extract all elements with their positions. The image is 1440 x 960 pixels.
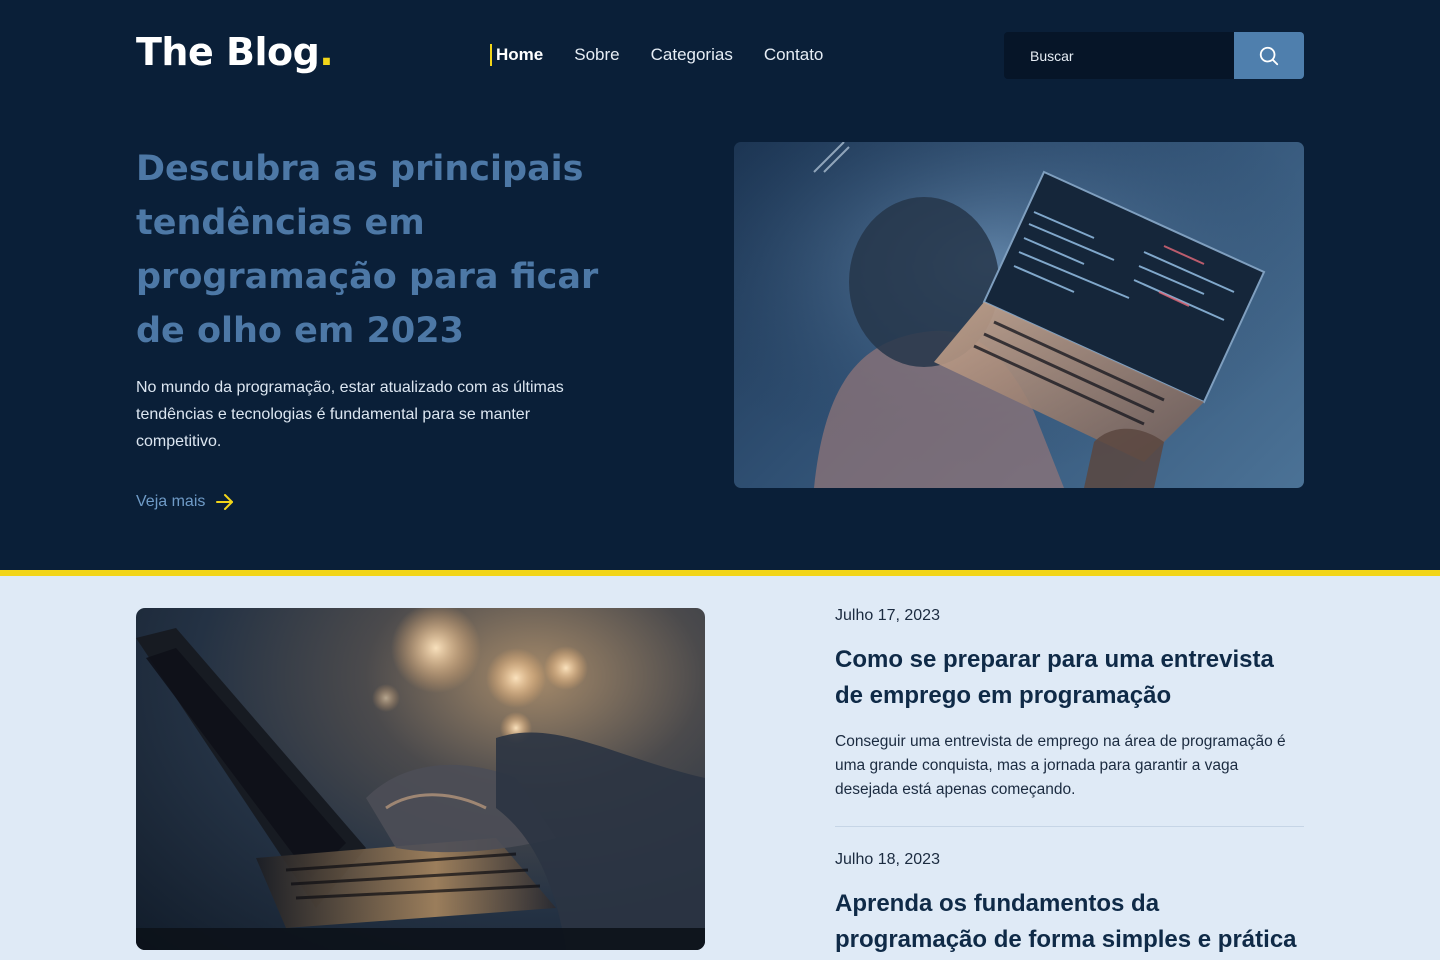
post-title[interactable]: Como se preparar para uma entrevista de …: [835, 642, 1304, 714]
hero-section: The Blog. Home Sobre Categorias Contato …: [0, 0, 1440, 570]
main-nav: Home Sobre Categorias Contato: [490, 44, 823, 66]
hero-description: No mundo da programação, estar atualizad…: [136, 374, 586, 455]
logo-text: The Blog: [136, 30, 319, 74]
arrow-right-icon: [215, 493, 235, 511]
post-image[interactable]: [136, 608, 705, 950]
see-more-link[interactable]: Veja mais: [136, 493, 235, 511]
logo-dot: .: [319, 30, 333, 74]
search-button[interactable]: [1234, 32, 1304, 79]
post-title[interactable]: Aprenda os fundamentos da programação de…: [835, 886, 1304, 958]
search-icon: [1258, 45, 1280, 67]
logo[interactable]: The Blog.: [136, 30, 333, 74]
nav-sobre[interactable]: Sobre: [574, 44, 619, 66]
see-more-label: Veja mais: [136, 493, 205, 511]
search-bar: [1004, 32, 1304, 79]
post-card: Julho 18, 2023 Aprenda os fundamentos da…: [835, 850, 1304, 958]
posts-section: Julho 17, 2023 Como se preparar para uma…: [0, 576, 1440, 960]
nav-contato[interactable]: Contato: [764, 44, 824, 66]
nav-categorias[interactable]: Categorias: [651, 44, 733, 66]
search-input[interactable]: [1004, 32, 1234, 79]
post-date: Julho 17, 2023: [835, 606, 1304, 626]
nav-home[interactable]: Home: [490, 44, 543, 66]
post-separator: [835, 826, 1304, 827]
post-excerpt: Conseguir uma entrevista de emprego na á…: [835, 730, 1304, 802]
hero-image: [734, 142, 1304, 488]
post-date: Julho 18, 2023: [835, 850, 1304, 870]
post-card: Julho 17, 2023 Como se preparar para uma…: [835, 606, 1304, 802]
hero-title: Descubra as principais tendências em pro…: [136, 142, 606, 358]
